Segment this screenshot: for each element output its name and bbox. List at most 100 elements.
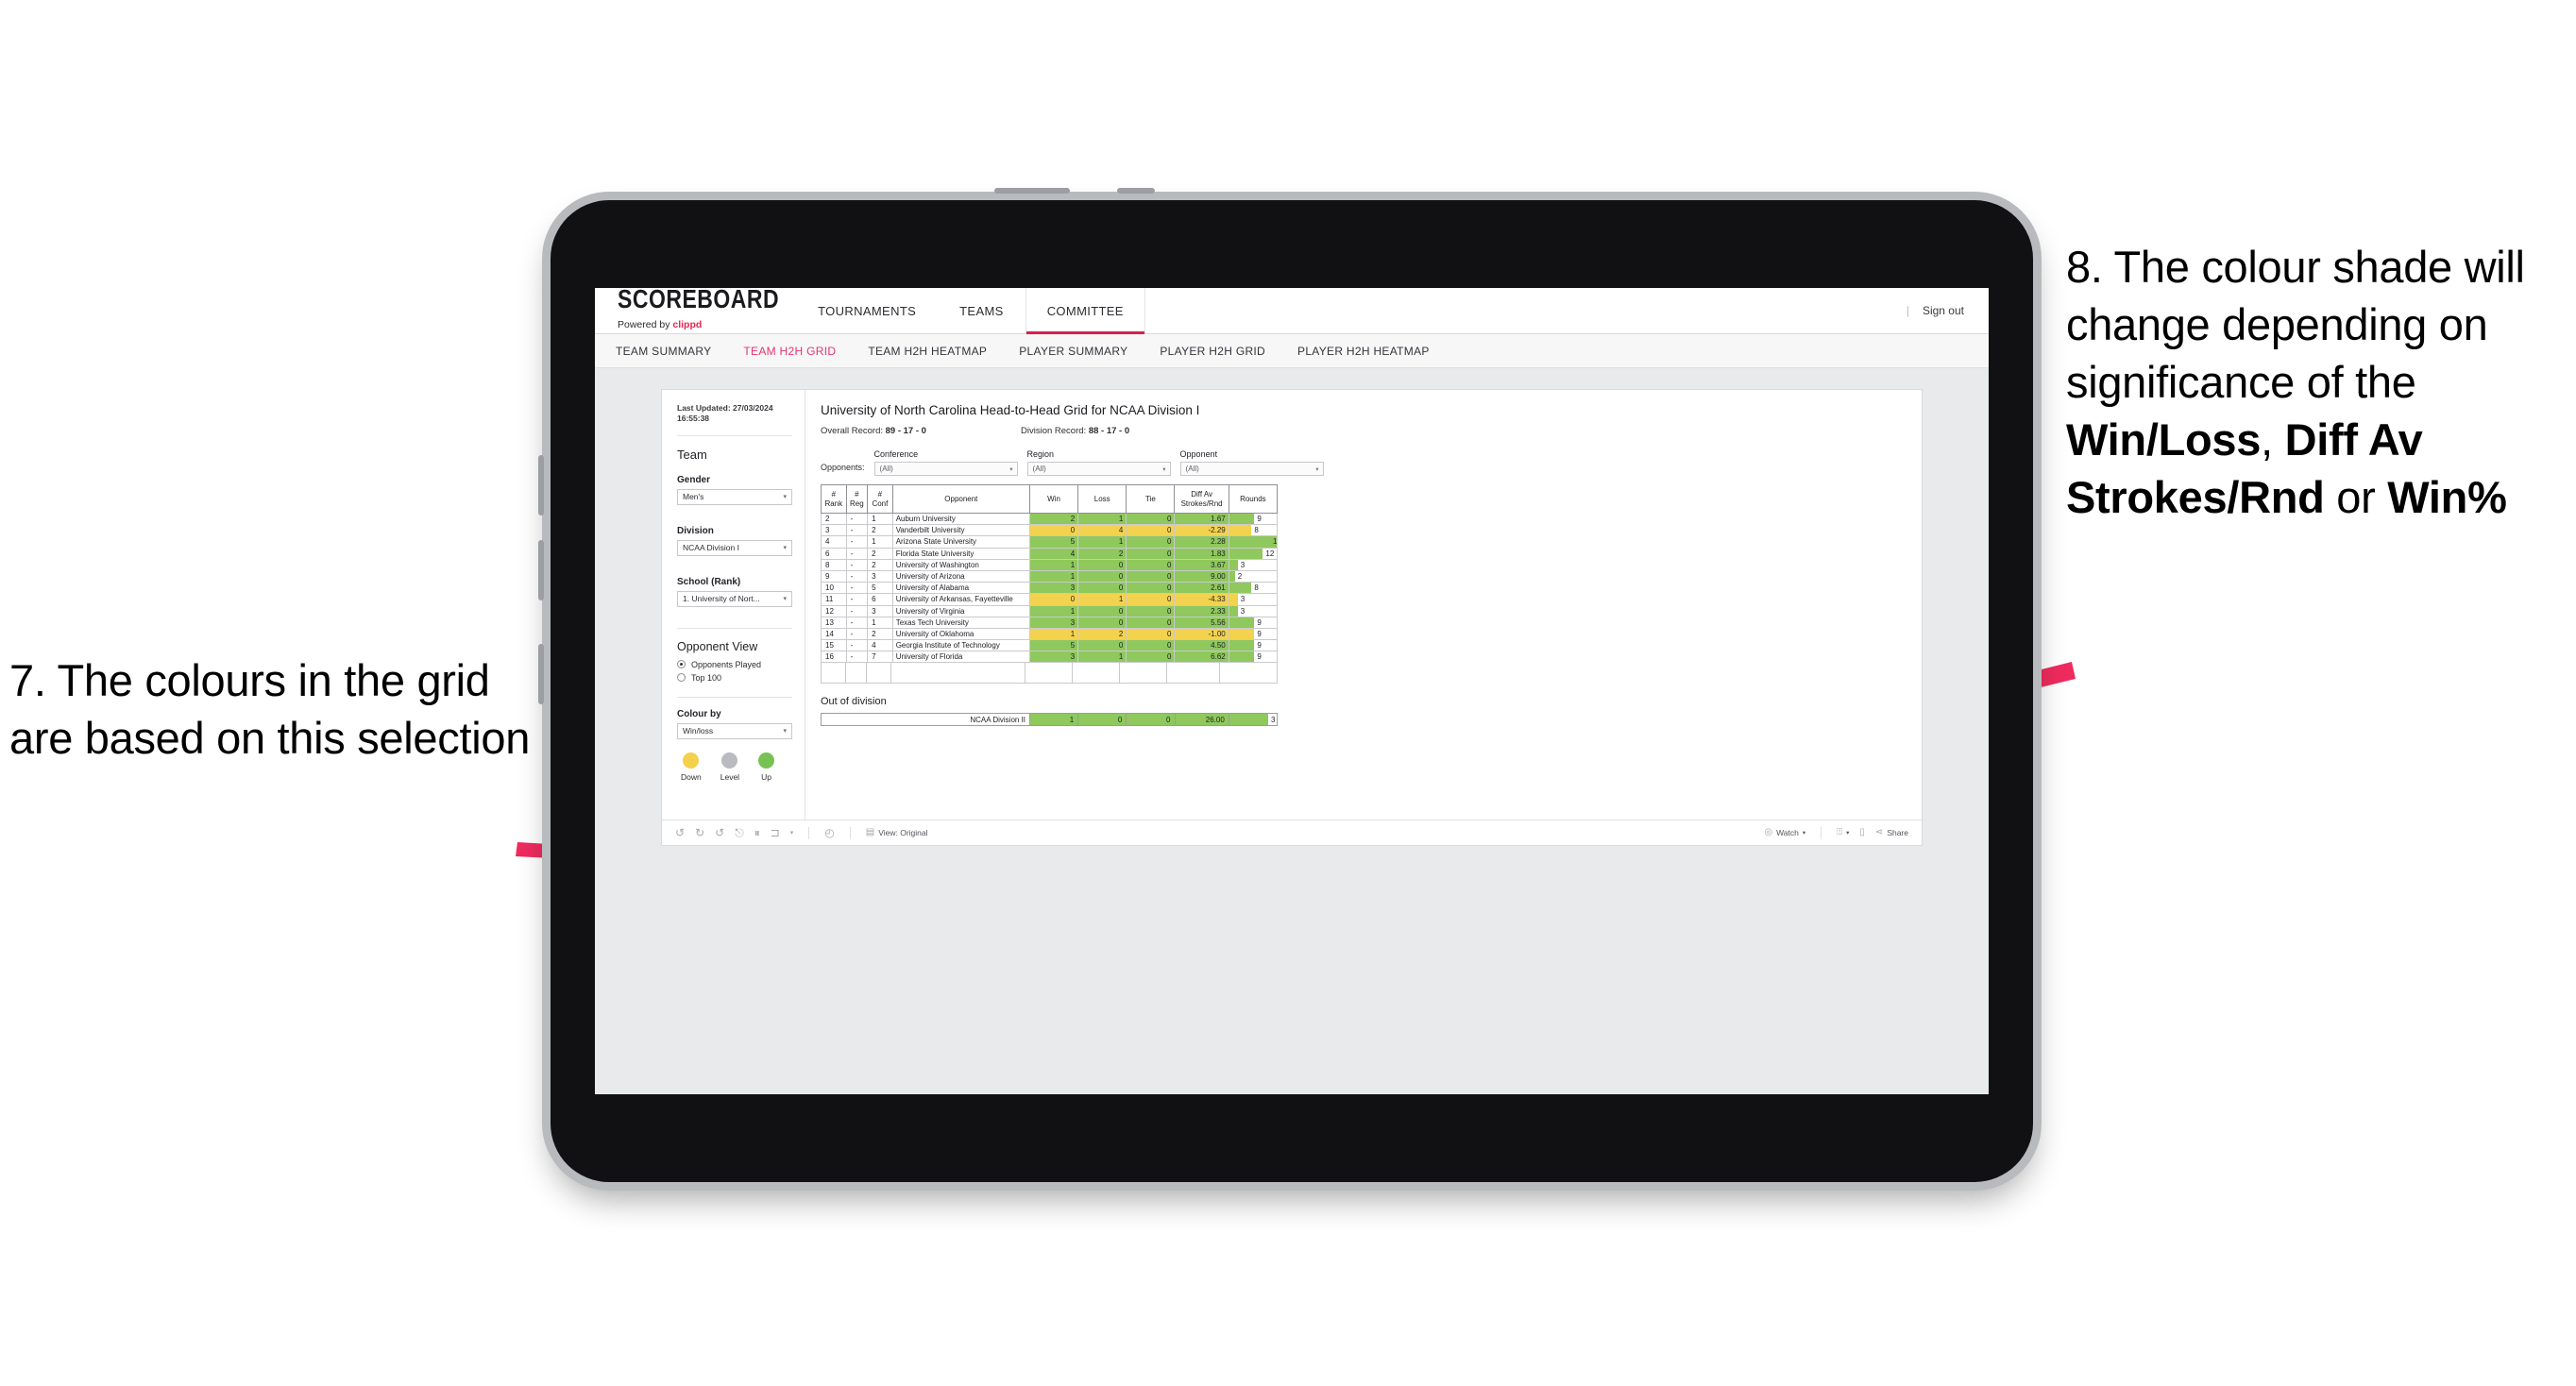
view-icon: ▤ (865, 827, 875, 837)
col-header-tie[interactable]: Tie (1126, 484, 1176, 514)
table-row[interactable]: 16-7 University of Florida 3 1 0 6.62 9 (821, 651, 1279, 664)
undo-icon[interactable]: ↺ (675, 827, 685, 838)
table-row[interactable]: 15-4 Georgia Institute of Technology 5 0 0 4.… (821, 639, 1279, 652)
table-row[interactable]: NCAA Division II 1 0 0 26.00 3 (820, 713, 1279, 727)
table-row[interactable]: 13-1 Texas Tech University 3 0 0 5.56 9 (821, 616, 1279, 629)
col-header-rank[interactable]: # Rank (821, 484, 847, 514)
view-label: View: Original (878, 828, 928, 837)
cell-tie: 0 (1126, 535, 1176, 549)
device-layout-icon[interactable]: ▯ (1859, 828, 1865, 837)
region-select[interactable]: (All) ▾ (1026, 462, 1171, 476)
out-of-division-title: Out of division (821, 696, 887, 708)
topnav-item-teams[interactable]: TEAMS (938, 288, 1025, 333)
cell-rounds: 9 (1228, 651, 1279, 664)
conference-label: Conference (873, 449, 919, 459)
col-header-diff-av-strokes[interactable]: Diff Av Strokes/Rnd (1174, 484, 1229, 514)
chevron-down-icon: ▾ (783, 494, 787, 501)
view-original-button[interactable]: ▤ View: Original (865, 827, 928, 838)
cell-rounds: 3 (1228, 593, 1279, 606)
revert-icon[interactable]: ↺ (715, 827, 724, 838)
signout-separator: | (1906, 304, 1909, 317)
rounds-bar (1229, 714, 1268, 726)
ood-label: NCAA Division II (820, 713, 1031, 727)
table-row[interactable]: 9-3 University of Arizona 1 0 0 9.00 2 (821, 569, 1279, 583)
colour-by-select[interactable]: Win/loss ▾ (677, 722, 792, 739)
conference-select[interactable]: (All) ▾ (873, 462, 1018, 476)
table-row[interactable]: 12-3 University of Virginia 1 0 0 2.33 3 (821, 604, 1279, 617)
subnav-item-player-h2h-heatmap[interactable]: PLAYER H2H HEATMAP (1297, 345, 1430, 358)
topnav-label: TOURNAMENTS (818, 303, 917, 318)
radio-icon-selected (677, 660, 686, 669)
cell-rounds: 9 (1228, 512, 1279, 526)
cell-loss: 0 (1077, 558, 1127, 571)
region-filter: Region (All) ▾ (1026, 449, 1171, 476)
cell-loss: 1 (1077, 535, 1127, 549)
table-row[interactable]: 8-2 University of Washington 1 0 0 3.67 3 (821, 558, 1279, 571)
table-row[interactable]: 3-2 Vanderbilt University 0 4 0 -2.29 8 (821, 524, 1279, 537)
cell-tie: 0 (1126, 512, 1176, 526)
col-header-reg[interactable]: # Reg (845, 484, 869, 514)
region-value: (All) (1032, 465, 1046, 473)
cell-opponent: Georgia Institute of Technology (891, 639, 1030, 652)
chevron-down-icon[interactable]: ▾ (790, 830, 794, 837)
subnav-item-player-h2h-grid[interactable]: PLAYER H2H GRID (1160, 345, 1265, 358)
gender-value: Men's (683, 492, 704, 502)
topnav-item-tournaments[interactable]: TOURNAMENTS (796, 288, 938, 333)
division-select[interactable]: NCAA Division I ▾ (677, 539, 792, 556)
school-select[interactable]: 1. University of Nort... ▾ (677, 590, 792, 607)
chevron-down-icon: ▾ (783, 596, 787, 603)
topnav-item-committee[interactable]: COMMITTEE (1025, 288, 1145, 334)
subnav-item-team-h2h-grid[interactable]: TEAM H2H GRID (743, 345, 836, 358)
subnav-item-team-h2h-heatmap[interactable]: TEAM H2H HEATMAP (868, 345, 987, 358)
col-header-line1: Loss (1093, 494, 1110, 503)
cell-rank: 6 (821, 547, 847, 560)
page-title: University of North Carolina Head-to-Hea… (821, 403, 1200, 417)
overall-record-label: Overall Record: (821, 426, 886, 436)
cell-diff-av-strokes: 2.33 (1174, 604, 1229, 617)
watch-button[interactable]: ◎ Watch ▾ (1764, 828, 1805, 838)
cell-rounds: 2 (1228, 569, 1279, 583)
divider (808, 826, 810, 839)
share-button[interactable]: ⋖ Share (1875, 828, 1908, 838)
gender-label: Gender (677, 474, 711, 485)
download-button[interactable]: ⍐ ▾ (1837, 828, 1849, 837)
radio-opponents-played[interactable]: Opponents Played (677, 660, 792, 669)
annotation-right-bold-winpct: Win% (2387, 472, 2507, 523)
pause-icon[interactable]: ⏸ (754, 827, 760, 838)
gender-select[interactable]: Men's ▾ (677, 488, 792, 505)
cell-tie: 0 (1126, 639, 1176, 652)
table-row[interactable]: 4-1Arizona State University5102.2817 (821, 535, 1279, 549)
refresh-icon[interactable]: ⎋ (735, 827, 744, 838)
cell-conf: 2 (867, 627, 893, 641)
cell-opponent: Texas Tech University (891, 616, 1030, 629)
cell-loss: 0 (1077, 569, 1127, 583)
redo-icon[interactable]: ↻ (695, 827, 704, 838)
table-row[interactable]: 10-5 University of Alabama 3 0 0 2.61 8 (821, 582, 1279, 595)
radio-top-100[interactable]: Top 100 (677, 673, 792, 683)
col-header-line2: Reg (850, 499, 864, 508)
table-row[interactable]: 14-2 University of Oklahoma 1 2 0 -1.00 9 (821, 627, 1279, 641)
col-header-loss[interactable]: Loss (1077, 484, 1127, 514)
subnav-item-player-summary[interactable]: PLAYER SUMMARY (1019, 345, 1127, 358)
table-row[interactable]: 6-2 Florida State University 4 2 0 1.83 12 (821, 547, 1279, 560)
cell-tie: 0 (1126, 593, 1176, 606)
cell-rounds-value: 2 (1237, 572, 1243, 582)
clock-icon[interactable]: ◴ (824, 827, 834, 838)
table-row[interactable]: 2-1 Auburn University 2 1 0 1.67 9 (821, 512, 1279, 526)
workbook-body: Last Updated: 27/03/2024 16:55:38 Team G… (662, 390, 1922, 820)
subnav-item-team-summary[interactable]: TEAM SUMMARY (616, 345, 711, 358)
col-header-win[interactable]: Win (1028, 484, 1079, 514)
colour-legend: Down Level Up (677, 739, 792, 782)
cell-loss: 2 (1077, 627, 1127, 641)
col-header-rounds[interactable]: Rounds (1228, 484, 1279, 514)
cell-tie: 0 (1126, 616, 1176, 629)
col-header-line2: Strokes/Rnd (1180, 499, 1223, 508)
signout-button[interactable]: Sign out (1923, 304, 1964, 317)
opponent-select[interactable]: (All) ▾ (1179, 462, 1324, 476)
col-header-conf[interactable]: # Conf (867, 484, 893, 514)
col-header-opponent[interactable]: Opponent (891, 484, 1030, 514)
table-row[interactable]: 11-6 University of Arkansas, Fayetteville… (821, 593, 1279, 606)
reset-icon[interactable]: ⊐ (771, 827, 780, 838)
cell-reg: - (845, 582, 869, 595)
cell-win: 5 (1028, 639, 1079, 652)
